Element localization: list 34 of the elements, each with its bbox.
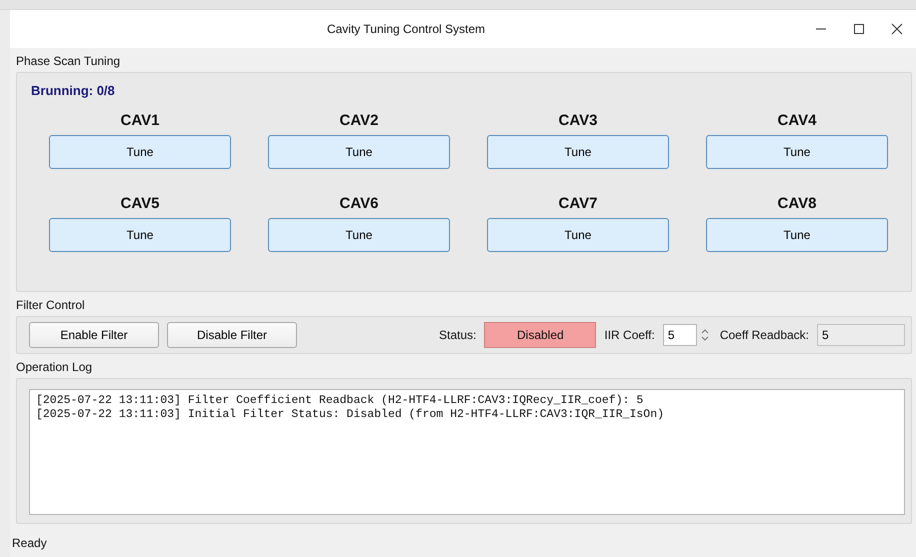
status-indicator: Disabled — [484, 322, 596, 348]
cavity-label: CAV2 — [340, 112, 378, 129]
cavity-label: CAV4 — [778, 112, 816, 129]
coeff-spinbox[interactable]: 5 — [662, 324, 697, 346]
tune-button[interactable]: Tune — [487, 135, 669, 169]
group-title: Operation Log — [16, 360, 94, 374]
tune-button[interactable]: Tune — [487, 218, 669, 252]
tune-button[interactable]: Tune — [706, 135, 888, 169]
maximize-icon — [853, 23, 865, 35]
cavity-label: CAV7 — [558, 195, 598, 212]
tune-button[interactable]: Tune — [49, 135, 231, 169]
tune-button[interactable]: Tune — [268, 218, 450, 252]
coeff-label: IIR Coeff: — [604, 328, 655, 342]
status-bar-text: Ready — [12, 536, 47, 550]
running-count: Brunning: 0/8 — [31, 83, 115, 98]
readback-label: Coeff Readback: — [720, 328, 809, 342]
window-title: Cavity Tuning Control System — [326, 22, 486, 36]
filter-button[interactable]: Disable Filter — [167, 322, 297, 348]
log-line: [2025-07-22 13:11:03] Initial Filter Status: Disabled (from H2-HTF4-LLRF:CAV3:IQR_IIR_IsOn) — [36, 408, 664, 422]
tune-button[interactable]: Tune — [268, 135, 450, 169]
close-icon — [891, 23, 903, 35]
readback-field[interactable]: 5 — [817, 324, 905, 346]
cavity-label: CAV1 — [120, 112, 160, 129]
group-title: Filter Control — [16, 298, 86, 312]
status-label: Status: — [439, 328, 476, 342]
log-line: [2025-07-22 13:11:03] Filter Coefficient Readback (H2-HTF4-LLRF:CAV3:IQRecy_IIR_coef): 5 — [36, 394, 644, 408]
cavity-label: CAV8 — [778, 195, 816, 212]
tune-button[interactable]: Tune — [706, 218, 888, 252]
group-title: Phase Scan Tuning — [16, 54, 122, 68]
tune-button[interactable]: Tune — [49, 218, 231, 252]
cavity-label: CAV5 — [120, 195, 160, 212]
cavity-label: CAV6 — [340, 195, 378, 212]
filter-button[interactable]: Enable Filter — [29, 322, 159, 348]
cavity-label: CAV3 — [558, 112, 598, 129]
